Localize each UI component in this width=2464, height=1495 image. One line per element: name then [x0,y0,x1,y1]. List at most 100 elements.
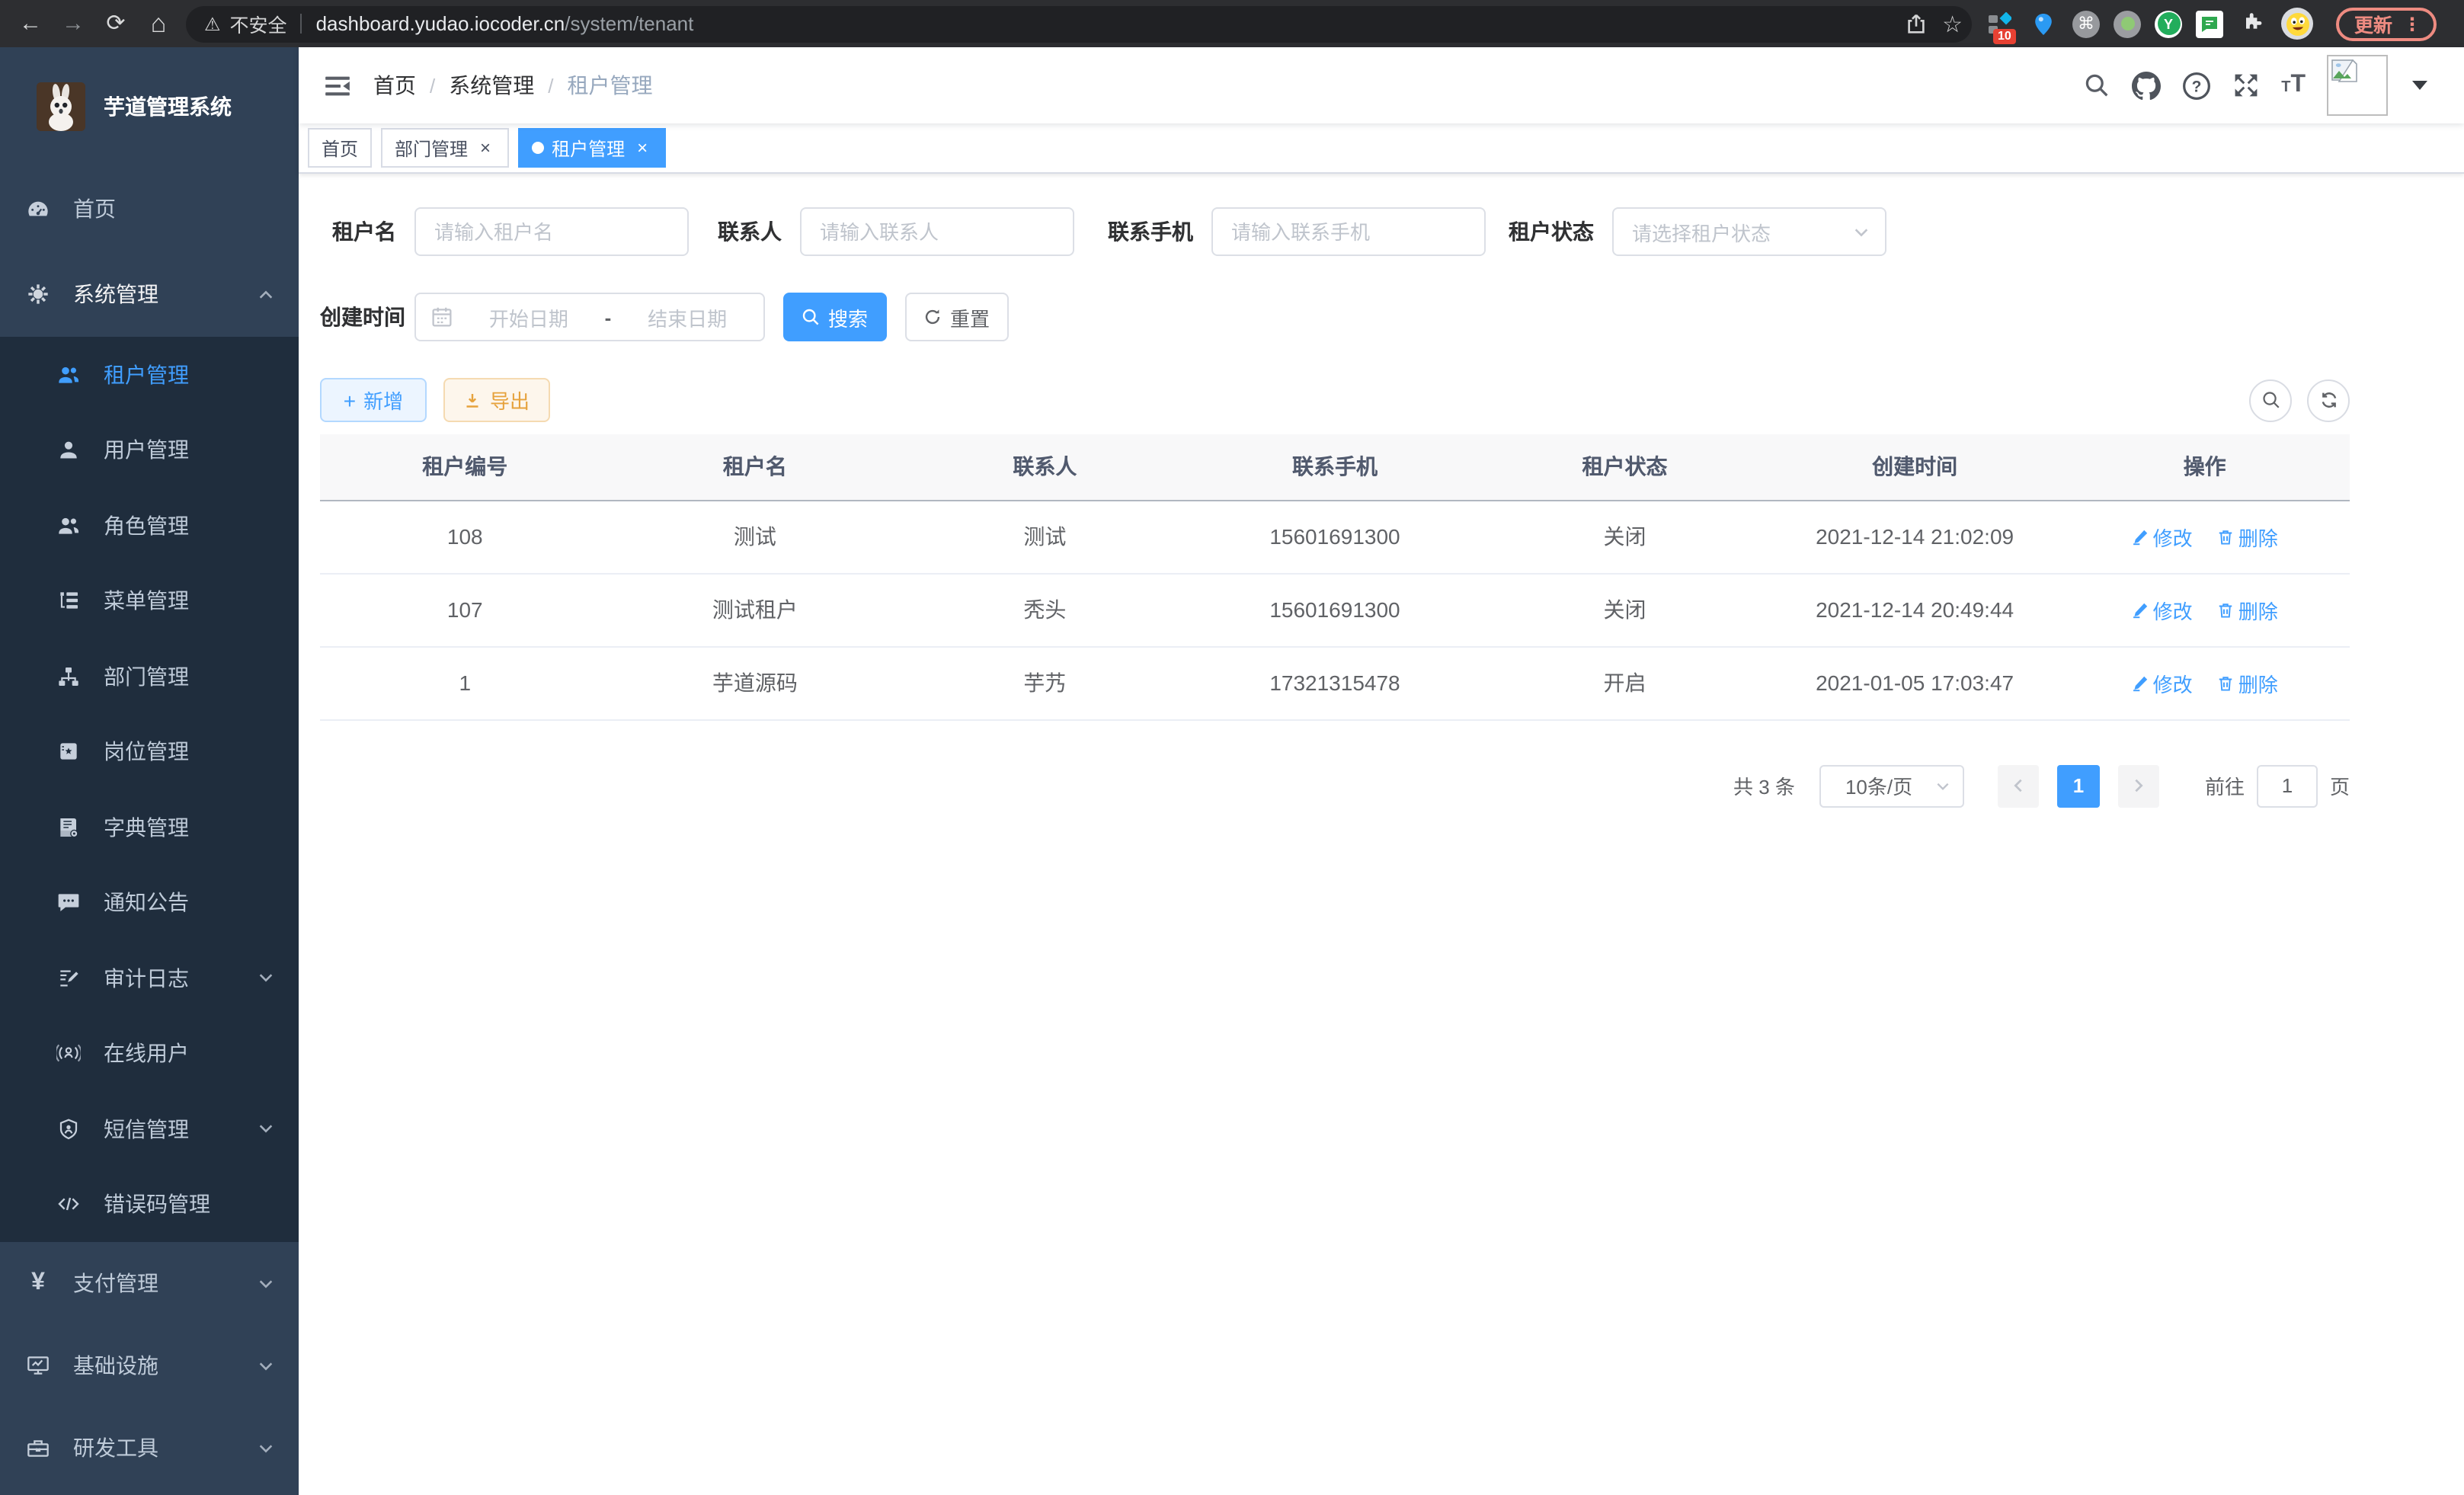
sidebar-item-notice[interactable]: 通知公告 [0,865,299,940]
delete-link[interactable]: 删除 [2217,595,2278,624]
avatar-dropdown-caret-icon[interactable] [2412,81,2427,90]
page-unit-label: 页 [2330,771,2350,800]
sidebar-item-dept[interactable]: 部门管理 [0,639,299,714]
show-search-toggle-button[interactable] [2249,379,2292,421]
browser-update-button[interactable]: 更新 ⋮ [2336,7,2437,40]
tab-dept[interactable]: 部门管理 × [381,128,509,168]
prev-page-button[interactable] [1998,764,2039,807]
edit-pen-icon [2132,528,2149,545]
github-icon[interactable] [2132,71,2161,100]
status-text: 关闭 [1480,500,1770,573]
goto-page-input[interactable] [2257,764,2318,807]
breadcrumb: 首页 / 系统管理 / 租户管理 [373,70,653,101]
create-time-label: 创建时间 [320,302,414,332]
profile-avatar-icon[interactable] [2281,8,2313,40]
export-button[interactable]: 导出 [443,378,550,422]
tab-home[interactable]: 首页 [308,128,372,168]
contact-label: 联系人 [689,216,800,247]
edit-link[interactable]: 修改 [2132,668,2193,697]
home-icon[interactable]: ⌂ [140,5,177,42]
pin-extension-icon[interactable] [2028,8,2059,39]
add-button[interactable]: + 新增 [320,378,427,422]
col-status: 租户状态 [1480,434,1770,500]
edit-pen-icon [2132,601,2149,618]
sidebar-item-home[interactable]: 首页 [0,166,299,251]
fullscreen-icon[interactable] [2232,72,2260,99]
recorder-extension-icon[interactable] [2114,10,2141,37]
sidebar-item-menu[interactable]: 菜单管理 [0,563,299,639]
back-icon[interactable]: ← [12,5,49,42]
sidebar-item-pay[interactable]: ¥ 支付管理 [0,1242,299,1324]
reset-button[interactable]: 重置 [905,293,1009,341]
trash-icon [2217,601,2234,618]
toolbar-right [2249,379,2350,421]
tab-tenant[interactable]: 租户管理 × [518,128,666,168]
y-extension-icon[interactable]: Y [2155,10,2182,37]
sidebar-logo[interactable]: 芋道管理系统 [0,47,299,166]
plus-icon: + [344,389,356,411]
refresh-icon [924,308,942,326]
sidebar-item-infra[interactable]: 基础设施 [0,1324,299,1407]
share-icon[interactable] [1904,12,1927,35]
browser-menu-kebab-icon[interactable]: ⋮ [2403,13,2421,34]
sidebar-item-post[interactable]: 岗位管理 [0,714,299,789]
tags-view: 首页 部门管理 × 租户管理 × [299,123,2464,174]
download-icon [464,391,482,409]
error-code-icon [56,1192,81,1217]
page-content: 租户名 联系人 联系手机 租户状态 请选择租户状态 [299,174,2464,1495]
avatar[interactable] [2327,55,2388,116]
reload-icon[interactable]: ⟳ [98,5,134,42]
font-size-icon[interactable]: TT [2281,72,2306,99]
main-area: 首页 / 系统管理 / 租户管理 [299,47,2464,1495]
chevron-down-icon [258,1357,274,1374]
sidebar-item-dict[interactable]: 字典管理 [0,789,299,865]
page-number-button[interactable]: 1 [2057,764,2100,807]
close-icon[interactable]: × [632,138,652,158]
tenant-name-input[interactable] [414,207,689,256]
sidebar-item-role[interactable]: 角色管理 [0,488,299,563]
chevron-down-icon [258,1275,274,1292]
search-icon[interactable] [2083,72,2110,99]
trash-icon [2217,528,2234,545]
forward-icon[interactable]: → [55,5,91,42]
sidebar-item-sms[interactable]: 短信管理 [0,1091,299,1167]
security-chip[interactable]: ⚠ 不安全 [204,9,287,38]
close-icon[interactable]: × [475,138,495,158]
sidebar-item-online-user[interactable]: 在线用户 [0,1016,299,1091]
search-button[interactable]: 搜索 [783,293,887,341]
mobile-input[interactable] [1211,207,1486,256]
help-icon[interactable]: ? [2182,71,2211,100]
sidebar-item-tenant[interactable]: 租户管理 [0,337,299,412]
delete-link[interactable]: 删除 [2217,668,2278,697]
sidebar: 芋道管理系统 首页 [0,47,299,1495]
puzzle-extensions-icon[interactable] [2237,8,2267,39]
address-bar[interactable]: ⚠ 不安全 dashboard.yudao.iocoder.cn/system/… [186,5,1972,42]
date-range-picker[interactable]: 开始日期 - 结束日期 [414,293,765,341]
system-submenu: 租户管理 用户管理 [0,337,299,1242]
next-page-button[interactable] [2118,764,2159,807]
sidebar-item-system[interactable]: 系统管理 [0,251,299,337]
breadcrumb-system[interactable]: 系统管理 [449,70,534,101]
page-size-select[interactable]: 10条/页 [1819,764,1964,807]
delete-link[interactable]: 删除 [2217,522,2278,551]
breadcrumb-home[interactable]: 首页 [373,70,416,101]
status-select[interactable]: 请选择租户状态 [1612,207,1886,256]
command-extension-icon[interactable]: ⌘ [2072,10,2100,37]
refresh-button[interactable] [2307,379,2350,421]
edit-link[interactable]: 修改 [2132,522,2193,551]
dict-icon [56,815,81,840]
sidebar-collapse-icon[interactable] [309,47,364,123]
table-row: 107 测试租户 秃头 15601691300 关闭 2021-12-14 20… [320,573,2350,646]
sidebar-bottom-group: ¥ 支付管理 基础设施 [0,1242,299,1489]
sidebar-item-error-code[interactable]: 错误码管理 [0,1167,299,1242]
edit-link[interactable]: 修改 [2132,595,2193,624]
bookmark-star-icon[interactable]: ☆ [1942,10,1963,37]
extension-icon[interactable]: 10 [1984,8,2014,39]
chat-extension-icon[interactable] [2196,10,2223,37]
status-text: 关闭 [1480,573,1770,646]
audit-log-icon [56,966,81,991]
sidebar-item-audit-log[interactable]: 审计日志 [0,940,299,1016]
sidebar-item-user[interactable]: 用户管理 [0,412,299,488]
contact-input[interactable] [800,207,1074,256]
sidebar-item-dev-tools[interactable]: 研发工具 [0,1407,299,1489]
